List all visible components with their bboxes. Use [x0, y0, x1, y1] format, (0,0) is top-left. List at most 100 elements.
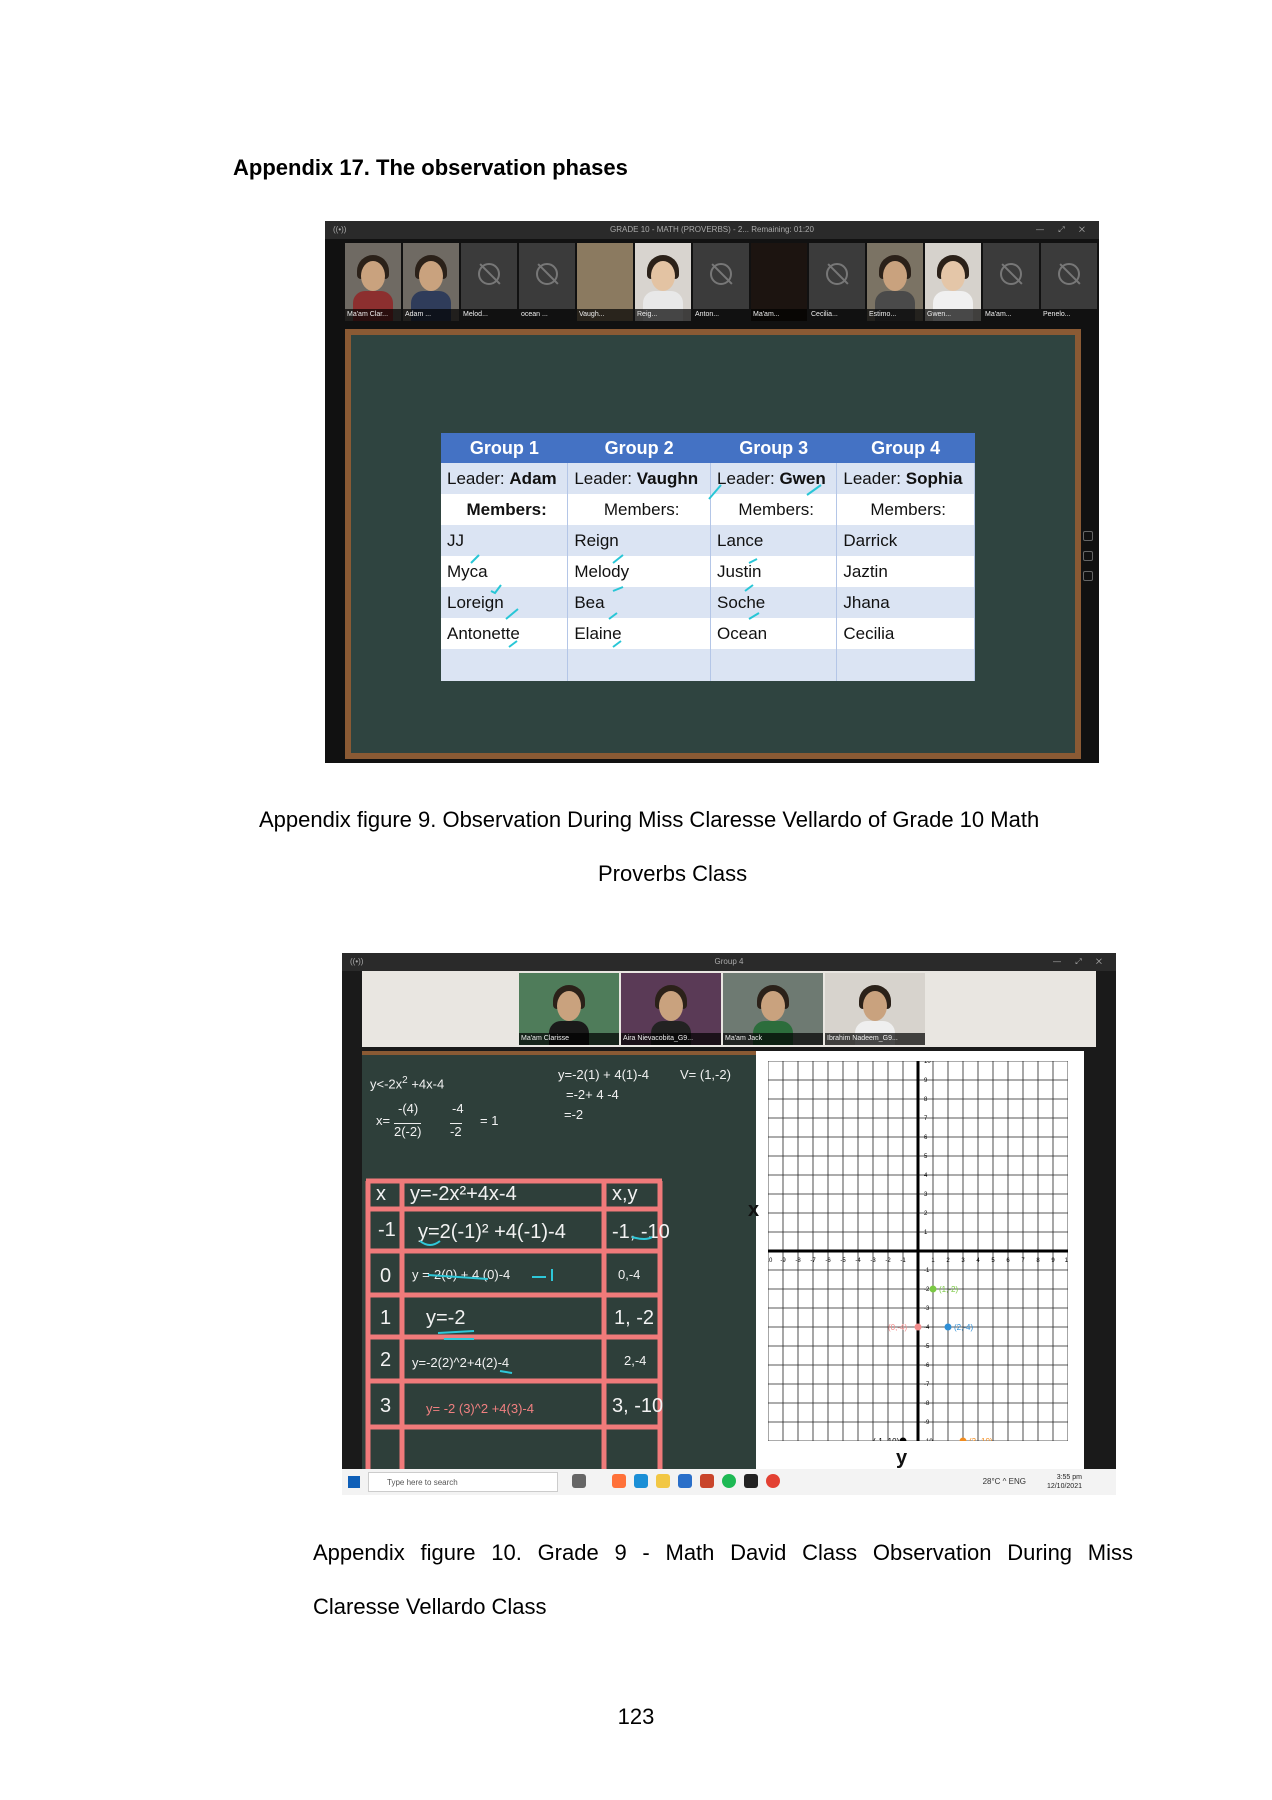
x-tick-label: -1	[900, 1258, 906, 1264]
meeting-title: GRADE 10 - MATH (PROVERBS) - 2... Remain…	[610, 225, 814, 234]
mail-icon[interactable]	[678, 1474, 692, 1488]
participant-tile[interactable]: Ma'am Clarisse	[519, 973, 619, 1045]
participant-tile[interactable]: Penelo...	[1041, 243, 1097, 321]
side-toolbar[interactable]	[1081, 521, 1093, 591]
graph-grid: -10 -10 -9 -9 -8 -8 -7 -7 -6 -6 -5 -5 -4 -4 -3 -3 -2 -2 -1…	[768, 1061, 1068, 1441]
y-tick-label: -8	[924, 1401, 930, 1407]
windows-start-icon[interactable]	[348, 1476, 360, 1488]
coordinate-plane: -10 -10 -9 -9 -8 -8 -7 -7 -6 -6 -5 -5 -4 -4 -3 -3 -2 -2 -1…	[748, 1051, 1084, 1469]
edge-icon[interactable]	[634, 1474, 648, 1488]
participant-tile[interactable]: Estimo...	[867, 243, 923, 321]
point-label: (1,-2)	[939, 1285, 958, 1294]
x-tick-label: 4	[976, 1258, 980, 1264]
chrome-icon[interactable]	[766, 1474, 780, 1488]
y-tick-label: -1	[924, 1268, 930, 1274]
camera-off-icon	[536, 263, 558, 285]
participant-tile[interactable]: Ma'am Jack	[723, 973, 823, 1045]
participant-tile[interactable]: Ma'am...	[983, 243, 1039, 321]
file-explorer-icon[interactable]	[656, 1474, 670, 1488]
participant-tile[interactable]: Aira Nievacobita_G9...	[621, 973, 721, 1045]
window-controls[interactable]: — ⤢ ✕	[1036, 221, 1091, 239]
x-axis-label: x	[748, 1199, 760, 1221]
window-controls[interactable]: — ⤢ ✕	[1053, 953, 1108, 971]
y-tick-label: -6	[924, 1363, 930, 1369]
y-tick-label: -4	[924, 1325, 930, 1331]
page-number: 123	[617, 1704, 655, 1729]
powerpoint-icon[interactable]	[700, 1474, 714, 1488]
y-tick-label: -2	[924, 1287, 930, 1293]
broadcast-icon: ((•))	[333, 225, 347, 234]
participant-tile[interactable]: Adam ...	[403, 243, 459, 321]
participant-tile[interactable]: Gwen...	[925, 243, 981, 321]
y-axis-label: y	[896, 1447, 908, 1469]
x-tick-label: -2	[885, 1258, 891, 1264]
y-tick-label: 6	[924, 1135, 928, 1141]
taskbar-search-input[interactable]: Type here to search	[368, 1472, 558, 1492]
y-tick-label: -3	[924, 1306, 930, 1312]
plotted-point	[959, 1437, 967, 1441]
x-tick-label: 9	[1051, 1258, 1055, 1264]
figure10-caption-line2: Claresse Vellardo Class	[313, 1594, 547, 1619]
spotify-icon[interactable]	[722, 1474, 736, 1488]
figure9-caption-line1: Appendix figure 9. Observation During Mi…	[259, 807, 1040, 832]
system-tray: 28°C ^ ENG	[982, 1477, 1026, 1486]
x-tick-label: 1	[931, 1258, 935, 1264]
participant-tile[interactable]: ocean ...	[519, 243, 575, 321]
point-label: (3,-10)	[969, 1437, 993, 1441]
y-tick-label: 2	[924, 1211, 928, 1217]
x-tick-label: -10	[768, 1258, 773, 1264]
camera-off-icon	[1058, 263, 1080, 285]
camera-off-icon	[826, 263, 848, 285]
point-label: (0,-4)	[888, 1323, 907, 1332]
x-tick-label: -9	[780, 1258, 786, 1264]
x-tick-label: -8	[795, 1258, 801, 1264]
y-tick-label: 8	[924, 1097, 928, 1103]
participant-tile[interactable]: Anton...	[693, 243, 749, 321]
appendix-heading: Appendix 17. The observation phases	[233, 155, 628, 180]
meeting-titlebar: ((•)) Group 4 — ⤢ ✕	[342, 953, 1116, 971]
broadcast-icon: ((•))	[350, 957, 364, 966]
x-tick-label: 7	[1021, 1258, 1025, 1264]
participant-tile[interactable]: Reig...	[635, 243, 691, 321]
people-icon	[1083, 571, 1093, 581]
taskbar-clock: 3:55 pm 12/10/2021	[1046, 1474, 1082, 1490]
x-tick-label: 5	[991, 1258, 995, 1264]
participant-tile[interactable]: Vaugh...	[577, 243, 633, 321]
y-tick-label: 7	[924, 1116, 928, 1122]
x-tick-label: -7	[810, 1258, 816, 1264]
x-tick-label: 2	[946, 1258, 950, 1264]
y-tick-label: -5	[924, 1344, 930, 1350]
y-tick-label: -9	[924, 1420, 930, 1426]
figure10-caption-line1: Appendix figure 10. Grade 9 - Math David…	[313, 1540, 1133, 1565]
participant-tile[interactable]: Melod...	[461, 243, 517, 321]
pen-icon	[1083, 531, 1093, 541]
y-tick-label: 5	[924, 1154, 928, 1160]
chat-icon	[1083, 551, 1093, 561]
check-marks	[470, 484, 822, 648]
app-icon[interactable]	[744, 1474, 758, 1488]
chalkboard: Group 1 Group 2 Group 3 Group 4 Leader: …	[345, 329, 1081, 759]
participant-tile[interactable]: Ma'am...	[751, 243, 807, 321]
task-view-icon[interactable]	[572, 1474, 586, 1488]
participant-strip: Ma'am Clar... Adam ... Melod... ocean ..…	[345, 243, 1097, 321]
point-label: (2,-4)	[954, 1323, 973, 1332]
x-tick-label: -5	[840, 1258, 846, 1264]
meeting-title: Group 4	[714, 957, 744, 966]
participant-tile[interactable]: Ibrahim Nadeem_G9...	[825, 973, 925, 1045]
plotted-point	[899, 1437, 907, 1441]
x-tick-label: -4	[855, 1258, 861, 1264]
camera-off-icon	[1000, 263, 1022, 285]
participant-tile[interactable]: Cecilia...	[809, 243, 865, 321]
y-tick-label: 3	[924, 1192, 928, 1198]
cyan-annotations	[419, 1236, 653, 1374]
camera-off-icon	[478, 263, 500, 285]
x-tick-label: 6	[1006, 1258, 1010, 1264]
y-tick-label: 10	[924, 1061, 931, 1065]
x-tick-label: 10	[1065, 1258, 1068, 1264]
figure9-screenshot: ((•)) GRADE 10 - MATH (PROVERBS) - 2... …	[325, 221, 1099, 763]
firefox-icon[interactable]	[612, 1474, 626, 1488]
y-tick-label: 4	[924, 1173, 928, 1179]
figure9-caption-line2: Proverbs Class	[598, 861, 748, 886]
participant-tile[interactable]: Ma'am Clar...	[345, 243, 401, 321]
y-tick-label: -7	[924, 1382, 930, 1388]
